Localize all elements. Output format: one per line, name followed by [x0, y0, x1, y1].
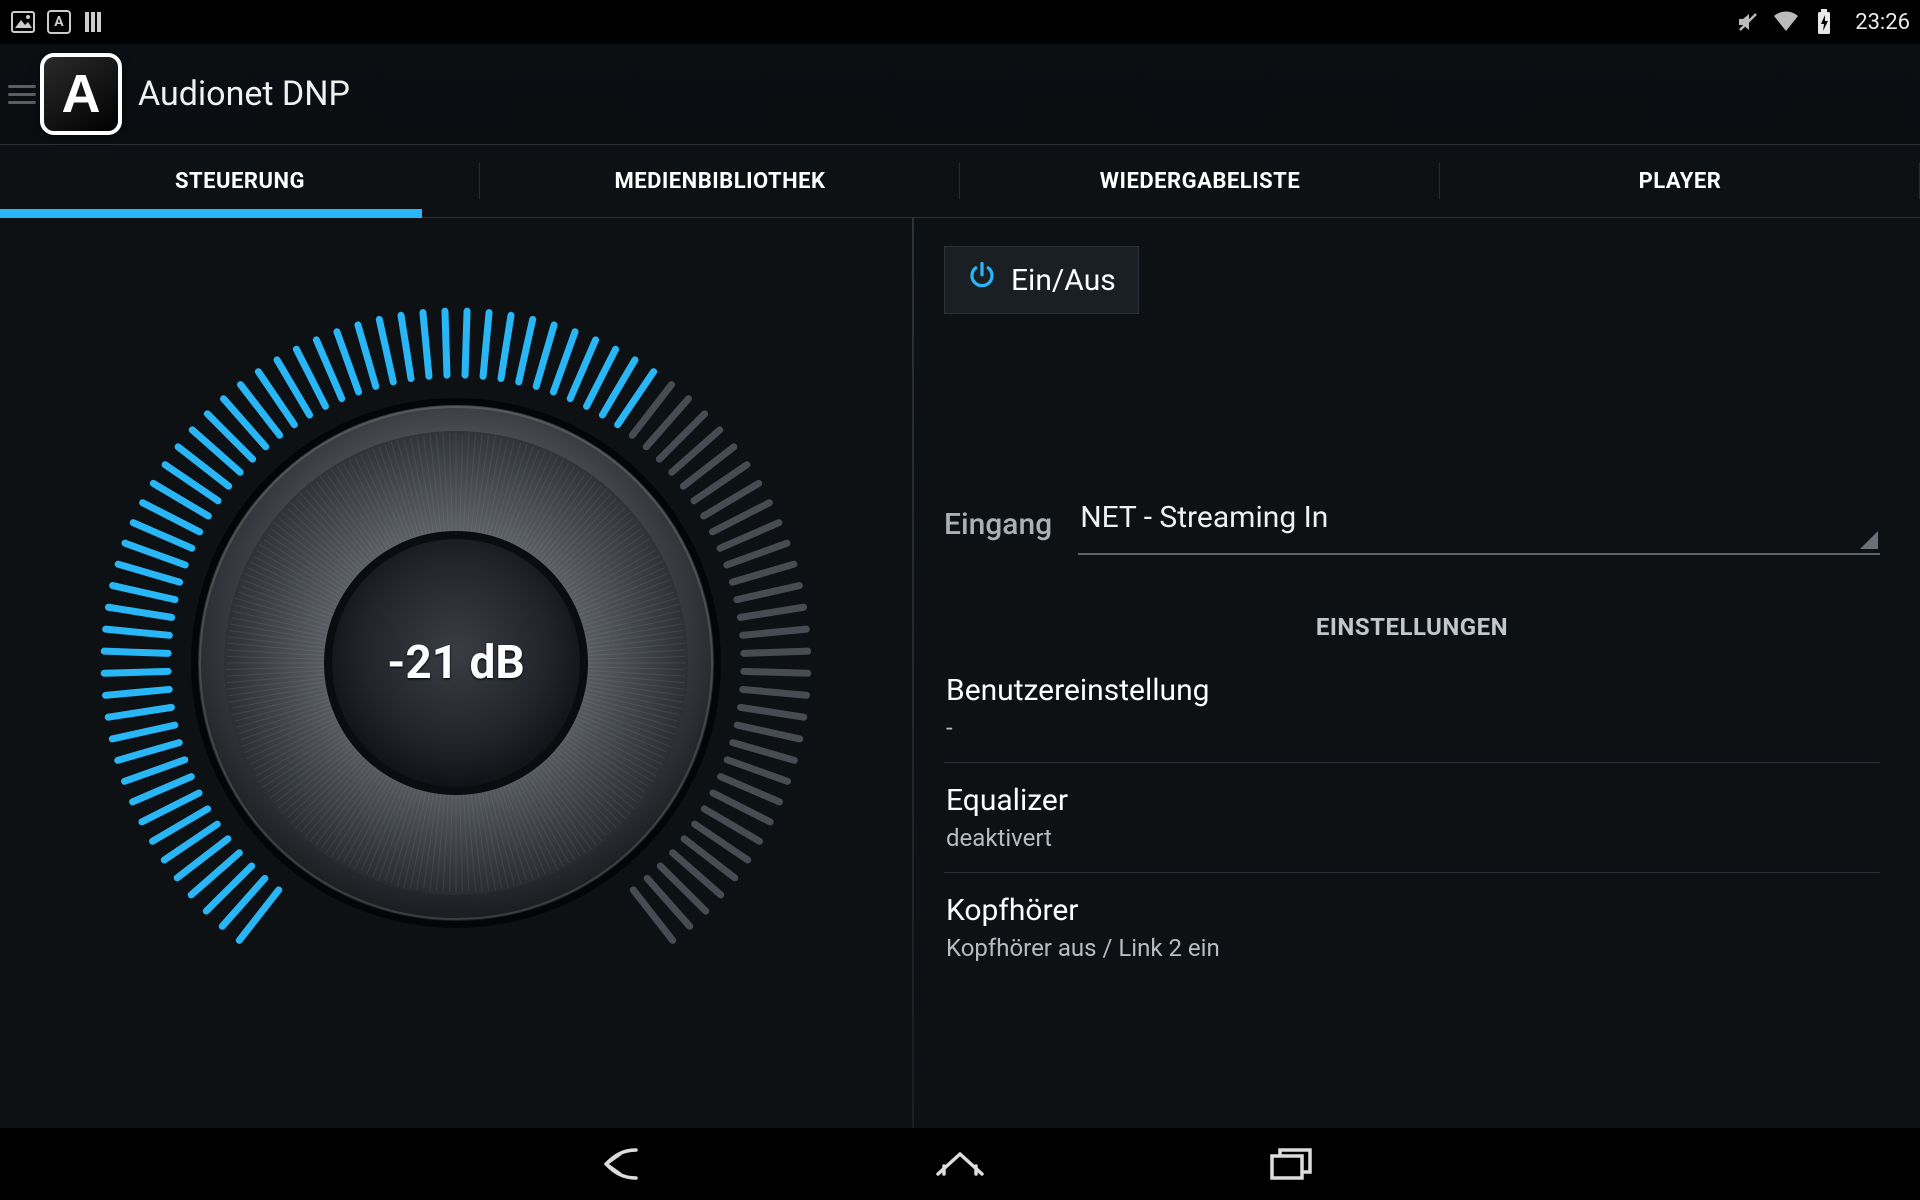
left-pane: -21 dB	[0, 218, 912, 1128]
power-label: Ein/Aus	[1011, 263, 1116, 298]
picture-icon	[10, 9, 36, 35]
wifi-icon	[1773, 9, 1799, 35]
app-icon[interactable]: A	[40, 53, 122, 135]
setting-equalizer[interactable]: Equalizer deaktivert	[944, 763, 1880, 873]
setting-title: Benutzereinstellung	[946, 673, 1878, 708]
tab-medienbibliothek[interactable]: MEDIENBIBLIOTHEK	[480, 145, 960, 217]
mute-icon	[1735, 9, 1761, 35]
battery-charging-icon	[1811, 9, 1837, 35]
tab-bar: STEUERUNG MEDIENBIBLIOTHEK WIEDERGABELIS…	[0, 144, 1920, 218]
bars-icon	[82, 9, 108, 35]
volume-dial[interactable]: -21 dB	[76, 283, 836, 1043]
clock: 23:26	[1855, 10, 1910, 35]
tab-indicator	[0, 209, 422, 218]
system-nav-bar	[0, 1128, 1920, 1200]
menu-icon[interactable]	[8, 85, 36, 104]
app-title: Audionet DNP	[138, 74, 350, 114]
power-icon	[967, 261, 997, 299]
input-row: Eingang NET - Streaming In	[944, 494, 1880, 555]
status-bar: A 23:26	[0, 0, 1920, 44]
setting-headphones[interactable]: Kopfhörer Kopfhörer aus / Link 2 ein	[944, 873, 1880, 982]
setting-subtitle: deaktivert	[946, 824, 1878, 852]
back-button[interactable]	[592, 1138, 664, 1190]
setting-title: Kopfhörer	[946, 893, 1878, 928]
setting-subtitle: -	[946, 714, 1878, 742]
setting-subtitle: Kopfhörer aus / Link 2 ein	[946, 934, 1878, 962]
input-select[interactable]: NET - Streaming In	[1078, 494, 1880, 555]
input-label: Eingang	[944, 507, 1052, 542]
tab-steuerung[interactable]: STEUERUNG	[0, 145, 480, 217]
content-area: -21 dB Ein/Aus Eingang NET - Streaming I…	[0, 218, 1920, 1128]
app-icon-letter: A	[62, 63, 101, 125]
setting-title: Equalizer	[946, 783, 1878, 818]
app-small-icon: A	[46, 9, 72, 35]
right-pane: Ein/Aus Eingang NET - Streaming In EINST…	[914, 218, 1920, 1128]
recent-apps-button[interactable]	[1256, 1138, 1328, 1190]
app-bar: A Audionet DNP	[0, 44, 1920, 144]
tab-player[interactable]: PLAYER	[1440, 145, 1920, 217]
volume-value: -21 dB	[387, 636, 525, 690]
power-button[interactable]: Ein/Aus	[944, 246, 1139, 314]
tab-wiedergabeliste[interactable]: WIEDERGABELISTE	[960, 145, 1440, 217]
home-button[interactable]	[924, 1138, 996, 1190]
setting-user[interactable]: Benutzereinstellung -	[944, 653, 1880, 763]
settings-header: EINSTELLUNGEN	[944, 613, 1880, 641]
